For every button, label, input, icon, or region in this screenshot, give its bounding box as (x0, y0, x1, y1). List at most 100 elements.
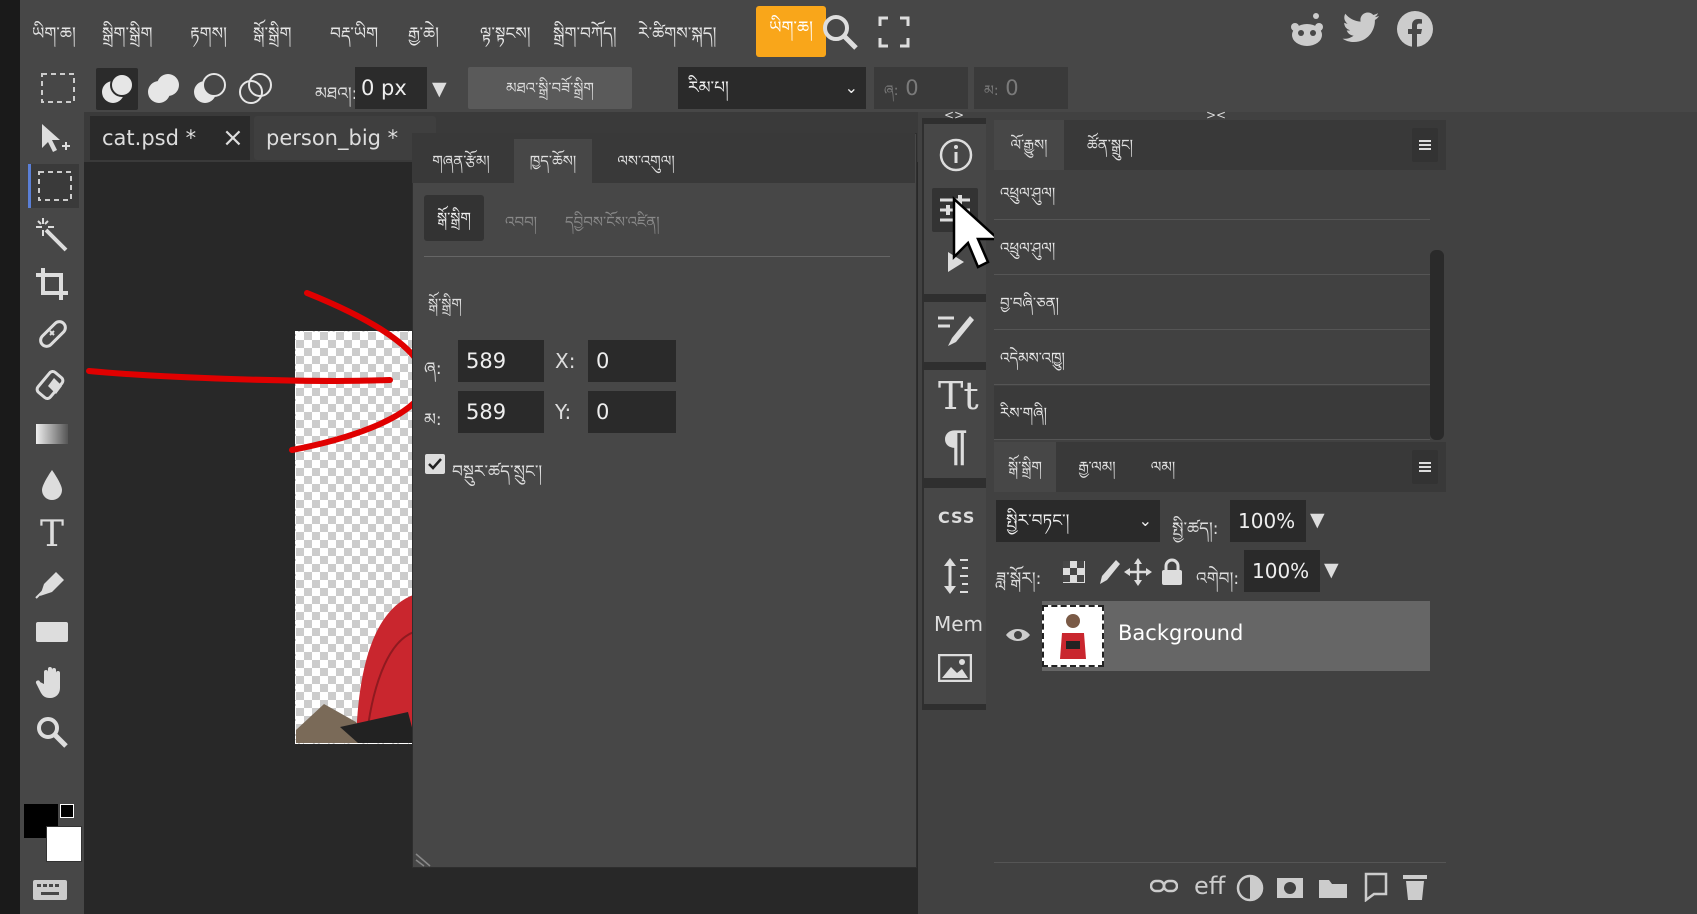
reddit-icon[interactable] (1287, 10, 1327, 54)
tab-paths[interactable]: ལམ། (1138, 442, 1188, 492)
menu-image[interactable]: རྟགས། (190, 14, 227, 62)
selection-subtract-icon[interactable] (188, 68, 230, 114)
tab-document[interactable]: གཞན་རྩོམ། (426, 139, 496, 183)
menu-window[interactable]: སྒྲིག་བཀོད། (553, 14, 617, 62)
close-icon[interactable]: × (222, 116, 244, 160)
tab-swatches[interactable]: ཚོན་སྒྲུང། (1070, 120, 1150, 170)
history-scrollbar[interactable] (1430, 250, 1444, 440)
tab-actions[interactable]: ལས་འགུལ། (606, 139, 686, 183)
info-icon[interactable] (939, 138, 973, 176)
layers-menu-icon[interactable] (1412, 450, 1438, 484)
x-input[interactable]: 0 (588, 340, 676, 382)
magic-wand-icon[interactable] (28, 212, 76, 256)
marquee-rect-icon[interactable] (40, 72, 76, 108)
facebook-icon[interactable] (1396, 10, 1434, 52)
menu-active-item[interactable]: ཡིག་ཆ། (756, 6, 826, 57)
height-input[interactable]: 589 (458, 391, 544, 433)
hand-tool-icon[interactable] (28, 660, 76, 704)
tab-properties[interactable]: ཁྱད་ཆོས། (514, 139, 592, 183)
eraser-icon[interactable] (28, 362, 76, 406)
lock-position-icon[interactable] (1124, 558, 1152, 590)
icon-group-2 (924, 302, 986, 362)
y-input[interactable]: 0 (588, 391, 676, 433)
marquee-tool-icon[interactable] (28, 164, 79, 208)
keyboard-icon[interactable] (32, 878, 68, 906)
link-layers-icon[interactable] (1149, 877, 1179, 899)
menu-edit[interactable]: སྒྲིག་སྒྲིག (102, 14, 152, 62)
eye-icon[interactable] (1004, 625, 1032, 649)
menu-filter[interactable]: རྒྱ་ཆེ། (408, 14, 439, 62)
default-colors-icon[interactable] (60, 804, 74, 818)
width-input[interactable]: 589 (458, 340, 544, 382)
layer-effects-icon[interactable]: eff (1194, 872, 1225, 900)
document-tab[interactable]: cat.psd * × (90, 116, 250, 160)
search-icon[interactable] (820, 12, 860, 56)
icon-group-3: Tt ¶ (924, 370, 986, 478)
menu-select[interactable]: བརྡ་ཡིག (330, 14, 378, 62)
history-row-current[interactable]: རིས་གཞི། (994, 386, 1430, 440)
twitter-icon[interactable] (1342, 12, 1380, 50)
opacity-dropdown-icon[interactable]: ▼ (1310, 509, 1325, 531)
selection-new-button[interactable] (96, 68, 138, 110)
guides-icon[interactable] (942, 556, 970, 600)
refine-edge-button[interactable]: མཐའ་སྒྲི་བཟོ་སྒྲིག (468, 67, 632, 109)
subtab-rate[interactable]: འབབ། (505, 206, 537, 248)
history-menu-icon[interactable] (1412, 128, 1438, 162)
subtab-shape-id[interactable]: དབྱིབས་ངོས་འཛིན། (565, 206, 660, 248)
selection-intersect-icon[interactable] (234, 68, 276, 114)
text-tool-icon[interactable]: T (28, 510, 76, 554)
blend-mode-select[interactable]: སྤྱིར་བཏང་། ⌄ (996, 500, 1160, 542)
brush-settings-icon[interactable] (936, 312, 974, 354)
fill-input[interactable]: 100% (1244, 550, 1320, 592)
gradient-icon[interactable] (28, 412, 76, 456)
opacity-input[interactable]: 100% (1230, 500, 1306, 542)
history-row[interactable]: འཕྲུལ་ཤུལ། (994, 221, 1430, 275)
collapse-left-icon[interactable]: <> (944, 108, 964, 122)
tab-history[interactable]: ལོ་རྒྱུས། (994, 120, 1064, 170)
layer-mask-icon[interactable] (1276, 876, 1304, 904)
selection-add-icon[interactable] (142, 68, 184, 114)
style-select-value: རིམ་པ། (688, 78, 729, 98)
delete-layer-icon[interactable] (1402, 872, 1428, 906)
crop-icon[interactable] (28, 262, 76, 306)
resize-handle-icon[interactable] (414, 850, 432, 872)
css-icon[interactable]: CSS (938, 508, 975, 527)
style-select[interactable]: རིམ་པ། ⌄ (678, 67, 866, 109)
memory-label[interactable]: Mem (934, 612, 983, 636)
menu-view[interactable]: ལྟ་སྟངས། (480, 14, 531, 62)
background-color-swatch[interactable] (46, 826, 82, 862)
document-tab[interactable]: person_big * (254, 116, 436, 160)
fullscreen-icon[interactable] (878, 16, 910, 52)
tab-channels[interactable]: རྒྱ་ལམ། (1062, 442, 1132, 492)
fill-dropdown-icon[interactable]: ▼ (1324, 559, 1339, 581)
image-icon[interactable] (937, 653, 973, 686)
new-group-folder-icon[interactable] (1318, 876, 1348, 904)
paragraph-icon[interactable]: ¶ (942, 422, 969, 471)
history-row[interactable]: འདེམས་འཁྱུ། (994, 331, 1430, 385)
subtab-canvas[interactable]: སྒོ་སྒྲིག (424, 195, 484, 241)
history-row[interactable]: བྱ་བཞི་ཅན། (994, 276, 1430, 330)
lock-transparency-icon[interactable] (1062, 560, 1086, 588)
feather-dropdown-icon[interactable]: ▼ (432, 78, 447, 100)
menu-layer[interactable]: སྒོ་སྒྲིག (253, 14, 292, 62)
move-tool-icon[interactable] (28, 116, 76, 160)
lock-all-icon[interactable] (1160, 558, 1184, 590)
tab-layers[interactable]: སྒོ་སྒྲིག (994, 442, 1056, 492)
new-layer-icon[interactable] (1360, 872, 1388, 906)
healing-brush-icon[interactable] (28, 312, 76, 356)
adjustment-layer-icon[interactable] (1236, 874, 1264, 906)
layer-row[interactable]: Background (994, 601, 1430, 671)
history-row[interactable]: འཕྲུལ་ཤུལ། (994, 166, 1430, 220)
selection-height-input[interactable]: མ: 0 (974, 67, 1068, 109)
zoom-tool-icon[interactable] (28, 710, 76, 754)
blur-drop-icon[interactable] (28, 462, 76, 506)
menu-file[interactable]: ཡིག་ཆ། (32, 14, 76, 62)
constrain-checkbox[interactable] (425, 454, 445, 474)
feather-input[interactable]: 0 px (355, 67, 427, 109)
menu-more[interactable]: རེ་ཚིགས་སྐད། (638, 14, 716, 62)
lock-pixels-icon[interactable] (1094, 558, 1120, 590)
selection-width-input[interactable]: ཞ: 0 (874, 67, 968, 109)
character-icon[interactable]: Tt (938, 374, 979, 418)
pen-tool-icon[interactable] (28, 560, 76, 604)
rectangle-shape-icon[interactable] (28, 610, 76, 654)
